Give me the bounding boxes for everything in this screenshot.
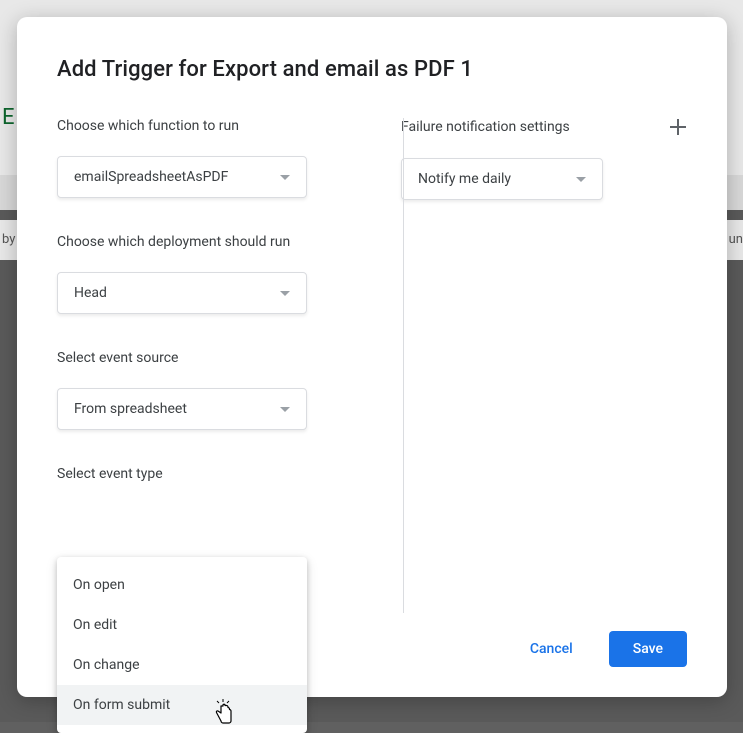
plus-icon[interactable]	[669, 118, 687, 136]
deployment-field: Choose which deployment should run Head	[57, 234, 347, 314]
event-type-dropdown: On open On edit On change On form submit	[57, 557, 307, 733]
chevron-down-icon	[280, 291, 290, 296]
save-button[interactable]: Save	[609, 631, 687, 667]
dropdown-option-on-change[interactable]: On change	[57, 645, 307, 685]
dialog-actions: Cancel Save	[518, 631, 687, 667]
event-type-label: Select event type	[57, 466, 347, 482]
bg-text: un	[729, 232, 743, 247]
bg-text: by	[2, 232, 15, 247]
chevron-down-icon	[576, 177, 586, 182]
function-label: Choose which function to run	[57, 118, 347, 134]
dropdown-option-on-open[interactable]: On open	[57, 565, 307, 605]
failure-label: Failure notification settings	[401, 119, 570, 135]
column-divider	[403, 118, 404, 613]
dialog-title: Add Trigger for Export and email as PDF …	[57, 57, 687, 82]
event-type-field: Select event type	[57, 466, 347, 482]
deployment-select[interactable]: Head	[57, 272, 307, 314]
event-source-value: From spreadsheet	[74, 401, 187, 417]
trigger-dialog: Add Trigger for Export and email as PDF …	[17, 17, 727, 697]
bg-text: E	[2, 105, 15, 130]
function-field: Choose which function to run emailSpread…	[57, 118, 347, 198]
function-select[interactable]: emailSpreadsheetAsPDF	[57, 156, 307, 198]
dialog-columns: Choose which function to run emailSpread…	[57, 118, 687, 518]
event-source-select[interactable]: From spreadsheet	[57, 388, 307, 430]
chevron-down-icon	[280, 407, 290, 412]
cancel-button[interactable]: Cancel	[518, 633, 585, 665]
event-source-label: Select event source	[57, 350, 347, 366]
deployment-value: Head	[74, 285, 107, 301]
right-column: Failure notification settings Notify me …	[365, 118, 687, 518]
event-source-field: Select event source From spreadsheet	[57, 350, 347, 430]
chevron-down-icon	[280, 175, 290, 180]
deployment-label: Choose which deployment should run	[57, 234, 347, 250]
dropdown-option-on-edit[interactable]: On edit	[57, 605, 307, 645]
failure-header: Failure notification settings	[401, 118, 687, 136]
failure-select[interactable]: Notify me daily	[401, 158, 603, 200]
dropdown-option-on-form-submit[interactable]: On form submit	[57, 685, 307, 725]
failure-value: Notify me daily	[418, 171, 511, 187]
left-column: Choose which function to run emailSpread…	[57, 118, 365, 518]
function-value: emailSpreadsheetAsPDF	[74, 169, 228, 185]
